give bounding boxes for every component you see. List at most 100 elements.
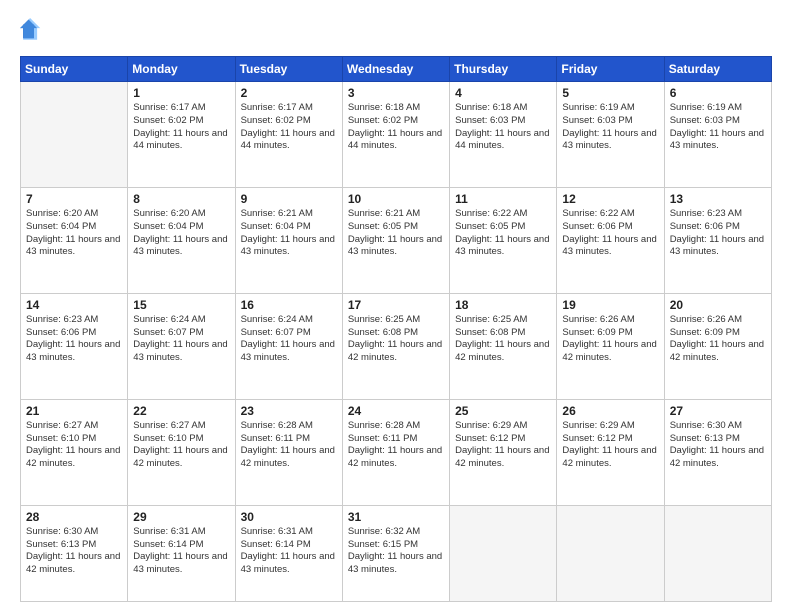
calendar-cell: 10 Sunrise: 6:21 AMSunset: 6:05 PMDayligh… [342, 187, 449, 293]
day-number: 5 [562, 86, 658, 100]
day-number: 31 [348, 510, 444, 524]
cell-info: Sunrise: 6:23 AMSunset: 6:06 PMDaylight:… [26, 314, 122, 365]
day-number: 10 [348, 192, 444, 206]
calendar-cell [21, 82, 128, 188]
calendar-cell: 22 Sunrise: 6:27 AMSunset: 6:10 PMDayligh… [128, 399, 235, 505]
cell-info: Sunrise: 6:26 AMSunset: 6:09 PMDaylight:… [670, 314, 766, 365]
calendar-cell: 27Sunrise: 6:30 AMSunset: 6:13 PMDayligh… [664, 399, 771, 505]
calendar-cell: 15 Sunrise: 6:24 AMSunset: 6:07 PMDayligh… [128, 293, 235, 399]
cell-info: Sunrise: 6:29 AMSunset: 6:12 PMDaylight:… [455, 420, 551, 471]
calendar-cell: 12Sunrise: 6:22 AMSunset: 6:06 PMDayligh… [557, 187, 664, 293]
cell-info: Sunrise: 6:20 AMSunset: 6:04 PMDaylight:… [26, 208, 122, 259]
calendar-cell: 26 Sunrise: 6:29 AMSunset: 6:12 PMDayligh… [557, 399, 664, 505]
day-number: 14 [26, 298, 122, 312]
day-header: Friday [557, 57, 664, 82]
day-header: Monday [128, 57, 235, 82]
cell-info: Sunrise: 6:27 AMSunset: 6:10 PMDaylight:… [133, 420, 229, 471]
calendar-cell: 31 Sunrise: 6:32 AMSunset: 6:15 PMDayligh… [342, 505, 449, 601]
calendar-cell: 29Sunrise: 6:31 AMSunset: 6:14 PMDayligh… [128, 505, 235, 601]
calendar-cell: 28 Sunrise: 6:30 AMSunset: 6:13 PMDayligh… [21, 505, 128, 601]
day-number: 26 [562, 404, 658, 418]
calendar-cell: 2 Sunrise: 6:17 AMSunset: 6:02 PMDaylight… [235, 82, 342, 188]
cell-info: Sunrise: 6:21 AMSunset: 6:04 PMDaylight:… [241, 208, 337, 259]
cell-info: Sunrise: 6:25 AMSunset: 6:08 PMDaylight:… [455, 314, 551, 365]
day-number: 18 [455, 298, 551, 312]
calendar-cell: 1Sunrise: 6:17 AMSunset: 6:02 PMDaylight… [128, 82, 235, 188]
cell-info: Sunrise: 6:30 AMSunset: 6:13 PMDaylight:… [26, 526, 122, 577]
calendar-cell: 4 Sunrise: 6:18 AMSunset: 6:03 PMDaylight… [450, 82, 557, 188]
calendar-cell: 18 Sunrise: 6:25 AMSunset: 6:08 PMDayligh… [450, 293, 557, 399]
day-number: 4 [455, 86, 551, 100]
day-number: 17 [348, 298, 444, 312]
day-number: 20 [670, 298, 766, 312]
cell-info: Sunrise: 6:21 AMSunset: 6:05 PMDaylight:… [348, 208, 444, 259]
cell-info: Sunrise: 6:27 AMSunset: 6:10 PMDaylight:… [26, 420, 122, 471]
day-header: Sunday [21, 57, 128, 82]
calendar: SundayMondayTuesdayWednesdayThursdayFrid… [20, 56, 772, 602]
calendar-cell: 20 Sunrise: 6:26 AMSunset: 6:09 PMDayligh… [664, 293, 771, 399]
cell-info: Sunrise: 6:18 AMSunset: 6:02 PMDaylight:… [348, 102, 444, 153]
cell-info: Sunrise: 6:29 AMSunset: 6:12 PMDaylight:… [562, 420, 658, 471]
week-row: 28 Sunrise: 6:30 AMSunset: 6:13 PMDayligh… [21, 505, 772, 601]
day-number: 30 [241, 510, 337, 524]
week-row: 14 Sunrise: 6:23 AMSunset: 6:06 PMDayligh… [21, 293, 772, 399]
cell-info: Sunrise: 6:31 AMSunset: 6:14 PMDaylight:… [241, 526, 337, 577]
cell-info: Sunrise: 6:26 AMSunset: 6:09 PMDaylight:… [562, 314, 658, 365]
cell-info: Sunrise: 6:20 AMSunset: 6:04 PMDaylight:… [133, 208, 229, 259]
cell-info: Sunrise: 6:23 AMSunset: 6:06 PMDaylight:… [670, 208, 766, 259]
cell-info: Sunrise: 6:28 AMSunset: 6:11 PMDaylight:… [348, 420, 444, 471]
calendar-cell [557, 505, 664, 601]
logo [20, 18, 52, 46]
day-number: 24 [348, 404, 444, 418]
cell-info: Sunrise: 6:31 AMSunset: 6:14 PMDaylight:… [133, 526, 229, 577]
cell-info: Sunrise: 6:24 AMSunset: 6:07 PMDaylight:… [241, 314, 337, 365]
calendar-cell: 23 Sunrise: 6:28 AMSunset: 6:11 PMDayligh… [235, 399, 342, 505]
day-number: 23 [241, 404, 337, 418]
day-number: 12 [562, 192, 658, 206]
day-number: 25 [455, 404, 551, 418]
calendar-cell: 30 Sunrise: 6:31 AMSunset: 6:14 PMDayligh… [235, 505, 342, 601]
day-number: 28 [26, 510, 122, 524]
day-number: 8 [133, 192, 229, 206]
cell-info: Sunrise: 6:25 AMSunset: 6:08 PMDaylight:… [348, 314, 444, 365]
calendar-cell [450, 505, 557, 601]
calendar-cell: 14 Sunrise: 6:23 AMSunset: 6:06 PMDayligh… [21, 293, 128, 399]
day-header: Saturday [664, 57, 771, 82]
day-number: 16 [241, 298, 337, 312]
day-header: Tuesday [235, 57, 342, 82]
calendar-cell: 19 Sunrise: 6:26 AMSunset: 6:09 PMDayligh… [557, 293, 664, 399]
cell-info: Sunrise: 6:19 AMSunset: 6:03 PMDaylight:… [562, 102, 658, 153]
calendar-cell: 5 Sunrise: 6:19 AMSunset: 6:03 PMDaylight… [557, 82, 664, 188]
cell-info: Sunrise: 6:24 AMSunset: 6:07 PMDaylight:… [133, 314, 229, 365]
calendar-cell: 25 Sunrise: 6:29 AMSunset: 6:12 PMDayligh… [450, 399, 557, 505]
calendar-cell [664, 505, 771, 601]
day-number: 19 [562, 298, 658, 312]
week-row: 1Sunrise: 6:17 AMSunset: 6:02 PMDaylight… [21, 82, 772, 188]
calendar-cell: 6Sunrise: 6:19 AMSunset: 6:03 PMDaylight… [664, 82, 771, 188]
calendar-cell: 7 Sunrise: 6:20 AMSunset: 6:04 PMDaylight… [21, 187, 128, 293]
calendar-cell: 16 Sunrise: 6:24 AMSunset: 6:07 PMDayligh… [235, 293, 342, 399]
cell-info: Sunrise: 6:19 AMSunset: 6:03 PMDaylight:… [670, 102, 766, 153]
cell-info: Sunrise: 6:17 AMSunset: 6:02 PMDaylight:… [241, 102, 337, 153]
calendar-cell: 3 Sunrise: 6:18 AMSunset: 6:02 PMDaylight… [342, 82, 449, 188]
cell-info: Sunrise: 6:28 AMSunset: 6:11 PMDaylight:… [241, 420, 337, 471]
calendar-cell: 9 Sunrise: 6:21 AMSunset: 6:04 PMDaylight… [235, 187, 342, 293]
cell-info: Sunrise: 6:32 AMSunset: 6:15 PMDaylight:… [348, 526, 444, 577]
page: SundayMondayTuesdayWednesdayThursdayFrid… [0, 0, 792, 612]
day-number: 22 [133, 404, 229, 418]
day-number: 13 [670, 192, 766, 206]
day-header: Wednesday [342, 57, 449, 82]
day-number: 27 [670, 404, 766, 418]
day-number: 7 [26, 192, 122, 206]
day-header: Thursday [450, 57, 557, 82]
day-number: 9 [241, 192, 337, 206]
day-number: 3 [348, 86, 444, 100]
cell-info: Sunrise: 6:18 AMSunset: 6:03 PMDaylight:… [455, 102, 551, 153]
cell-info: Sunrise: 6:22 AMSunset: 6:05 PMDaylight:… [455, 208, 551, 259]
day-number: 15 [133, 298, 229, 312]
week-row: 21 Sunrise: 6:27 AMSunset: 6:10 PMDayligh… [21, 399, 772, 505]
header-row: SundayMondayTuesdayWednesdayThursdayFrid… [21, 57, 772, 82]
day-number: 2 [241, 86, 337, 100]
calendar-cell: 17 Sunrise: 6:25 AMSunset: 6:08 PMDayligh… [342, 293, 449, 399]
day-number: 21 [26, 404, 122, 418]
